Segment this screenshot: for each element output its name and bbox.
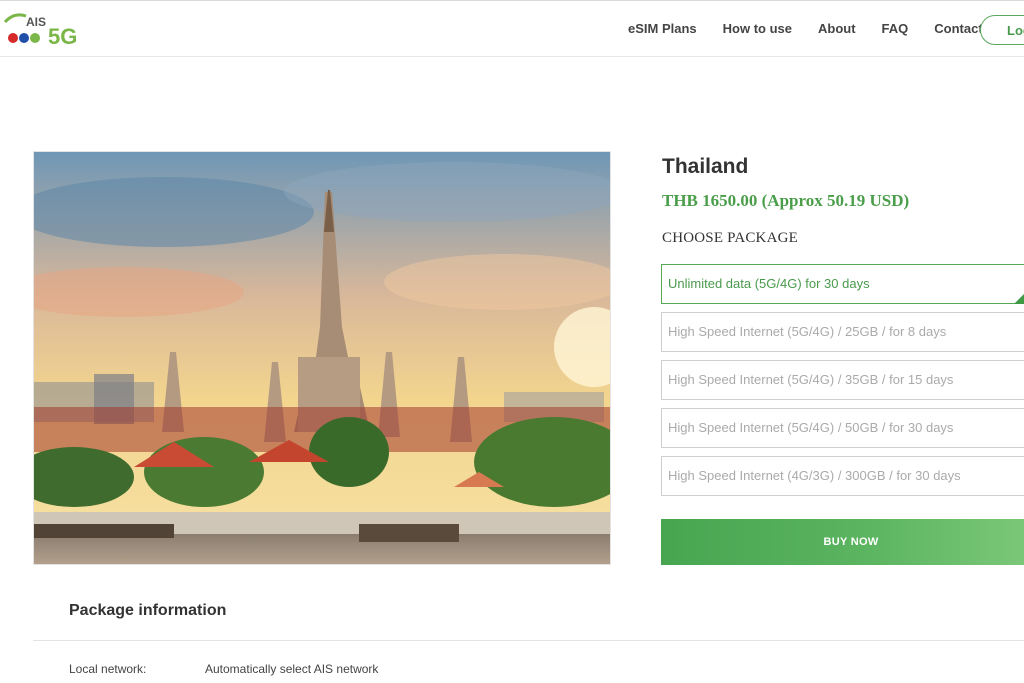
- package-option-label: Unlimited data (5G/4G) for 30 days: [668, 276, 870, 291]
- package-option-300gb-30d[interactable]: High Speed Internet (4G/3G) / 300GB / fo…: [661, 456, 1024, 496]
- package-option-unlimited-30d[interactable]: Unlimited data (5G/4G) for 30 days: [661, 264, 1024, 304]
- ais-5g-logo[interactable]: AIS 5G: [3, 10, 84, 50]
- package-option-label: High Speed Internet (4G/3G) / 300GB / fo…: [668, 468, 961, 483]
- svg-text:5G: 5G: [48, 24, 77, 49]
- country-title: Thailand: [662, 155, 749, 178]
- package-option-50gb-30d[interactable]: High Speed Internet (5G/4G) / 50GB / for…: [661, 408, 1024, 448]
- nav-how-to-use[interactable]: How to use: [723, 21, 792, 36]
- package-option-label: High Speed Internet (5G/4G) / 35GB / for…: [668, 372, 954, 387]
- choose-package-label: CHOOSE PACKAGE: [662, 230, 799, 246]
- package-info-title: Package information: [69, 602, 227, 619]
- price-text: THB 1650.00 (Approx 50.19 USD): [662, 191, 910, 210]
- main-nav: eSIM Plans How to use About FAQ Contact: [628, 21, 1009, 36]
- nav-about[interactable]: About: [818, 21, 856, 36]
- nav-esim-plans[interactable]: eSIM Plans: [628, 21, 697, 36]
- package-option-35gb-15d[interactable]: High Speed Internet (5G/4G) / 35GB / for…: [661, 360, 1024, 400]
- svg-text:AIS: AIS: [26, 15, 46, 29]
- package-option-label: High Speed Internet (5G/4G) / 25GB / for…: [668, 324, 947, 339]
- nav-faq[interactable]: FAQ: [882, 21, 909, 36]
- package-option-label: High Speed Internet (5G/4G) / 50GB / for…: [668, 420, 954, 435]
- login-button[interactable]: Log: [980, 15, 1024, 45]
- buy-now-button[interactable]: BUY NOW: [661, 519, 1024, 565]
- site-header: AIS 5G eSIM Plans How to use About FAQ C…: [0, 0, 1024, 57]
- divider: [33, 640, 1024, 641]
- nav-contact[interactable]: Contact: [934, 21, 982, 36]
- info-value-local-network: Automatically select AIS network: [205, 662, 379, 676]
- package-option-25gb-8d[interactable]: High Speed Internet (5G/4G) / 25GB / for…: [661, 312, 1024, 352]
- selected-check-icon: [1014, 294, 1024, 304]
- info-label-local-network: Local network:: [69, 662, 147, 676]
- destination-photo: [33, 151, 611, 565]
